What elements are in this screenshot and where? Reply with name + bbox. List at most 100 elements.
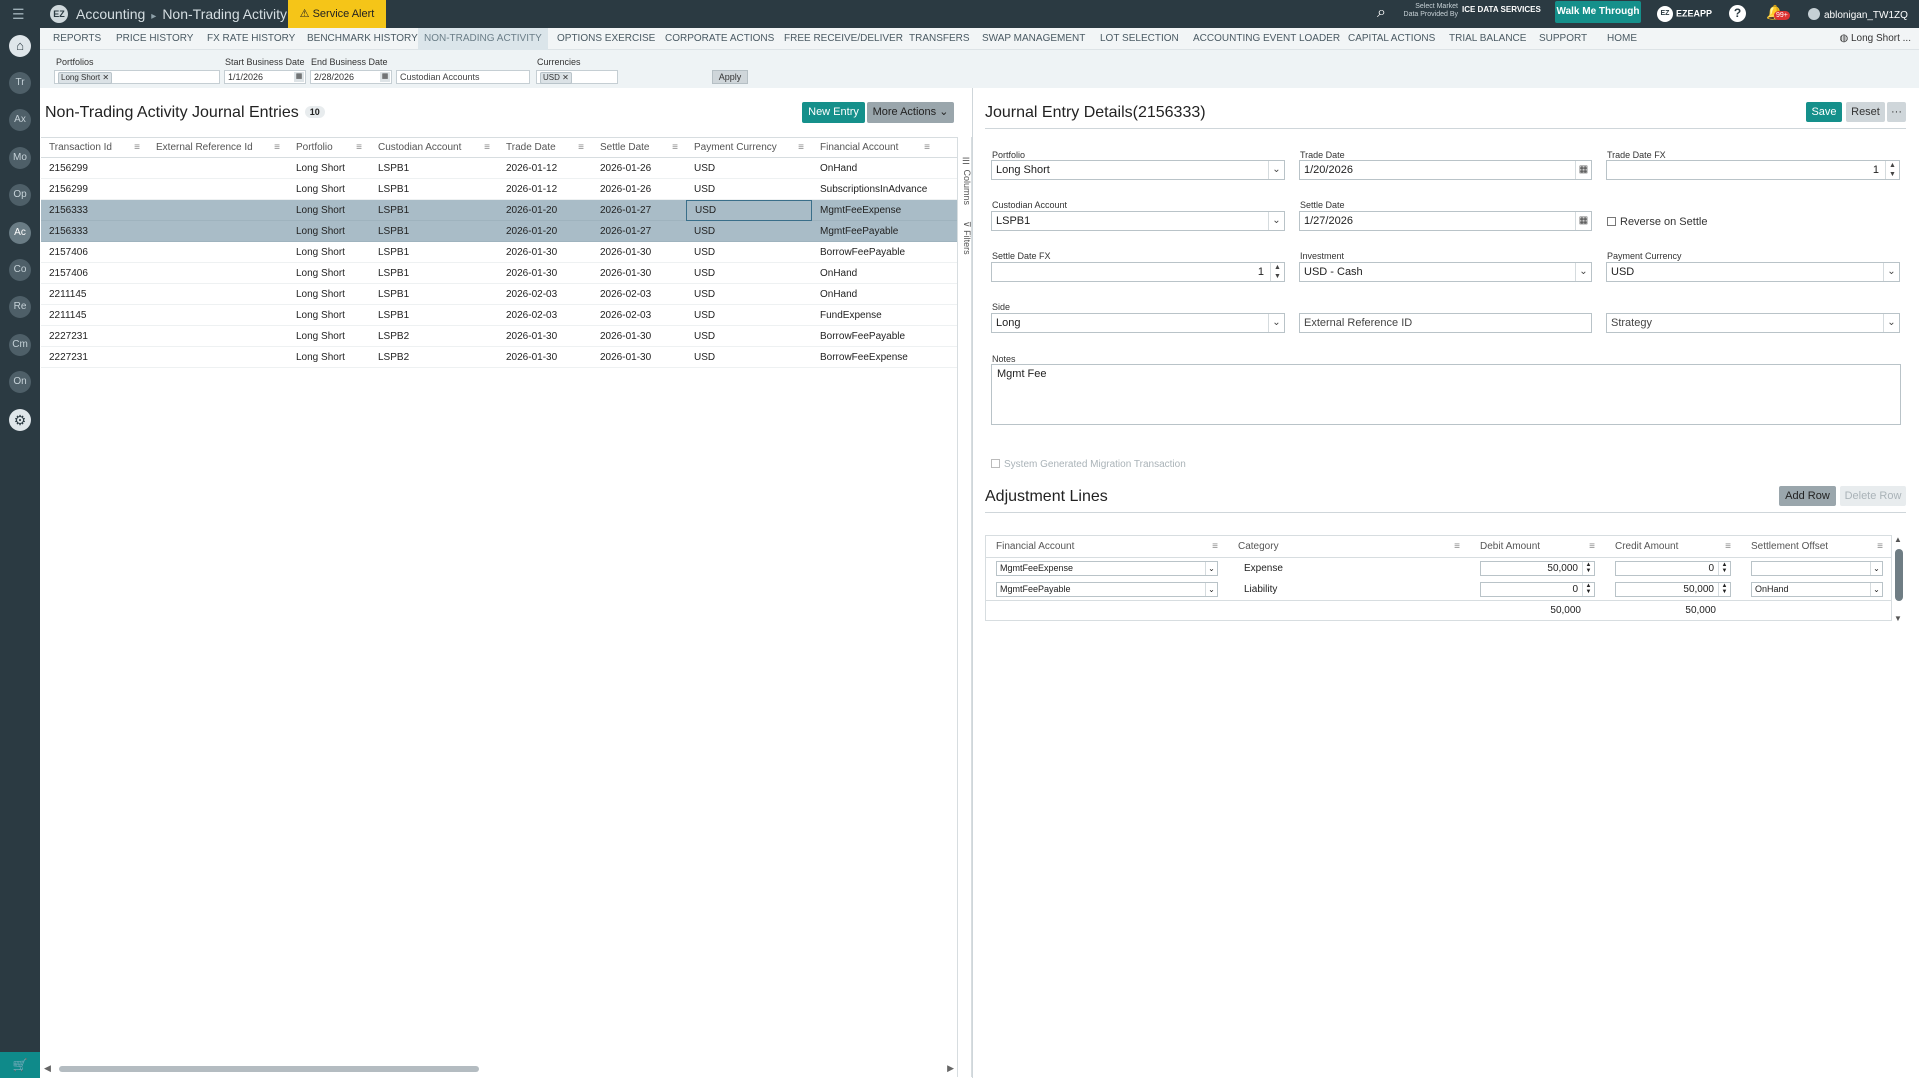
cell-trade-date[interactable]: 2026-01-12 [498, 179, 592, 200]
columns-panel-toggle[interactable]: ☰ Columns [958, 157, 972, 205]
cell-trade-date[interactable]: 2026-01-30 [498, 242, 592, 263]
stepper-icon[interactable]: ▲ ▼ [1718, 562, 1730, 575]
cell-external-reference-id[interactable] [148, 179, 288, 200]
help-icon[interactable]: ? [1729, 5, 1746, 22]
cell-transaction-id[interactable]: 2156299 [41, 158, 148, 179]
column-menu-icon[interactable]: ≡ [274, 138, 280, 158]
cell-transaction-id[interactable]: 2156333 [41, 221, 148, 242]
cell-external-reference-id[interactable] [148, 347, 288, 368]
chip-remove-icon[interactable]: ✕ [562, 73, 569, 82]
cell-transaction-id[interactable]: 2157406 [41, 242, 148, 263]
external-reference-id-input[interactable]: External Reference ID [1299, 313, 1592, 333]
tab-corporate-actions[interactable]: CORPORATE ACTIONS [659, 28, 780, 50]
cell-financial-account[interactable]: BorrowFeePayable [812, 326, 938, 347]
col-category[interactable]: Category ≡ [1228, 536, 1470, 558]
tab-support[interactable]: SUPPORT [1533, 28, 1593, 50]
cell-custodian-account[interactable]: LSPB1 [370, 284, 498, 305]
cell-payment-currency[interactable]: USD [686, 305, 812, 326]
cell-portfolio[interactable]: Long Short [288, 347, 370, 368]
column-menu-icon[interactable]: ≡ [672, 138, 678, 158]
cell-financial-account[interactable]: OnHand [812, 158, 938, 179]
strategy-select[interactable]: Strategy ⌄ [1606, 313, 1900, 333]
save-button[interactable]: Save [1806, 102, 1842, 122]
scroll-down-icon[interactable]: ▼ [1894, 614, 1902, 623]
cell-payment-currency[interactable]: USD [686, 242, 812, 263]
end-date-input[interactable]: 2/28/2026 ▦ [310, 70, 392, 84]
table-row[interactable]: 2157406 Long Short LSPB1 2026-01-30 2026-01-… [41, 263, 957, 284]
tab-swap-management[interactable]: SWAP MANAGEMENT [976, 28, 1091, 50]
column-menu-icon[interactable]: ≡ [484, 138, 490, 158]
cell-custodian-account[interactable]: LSPB1 [370, 305, 498, 326]
rail-item-on[interactable]: On [9, 371, 31, 393]
col-payment-currency[interactable]: Payment Currency ≡ [686, 138, 812, 158]
cell-custodian-account[interactable]: LSPB2 [370, 347, 498, 368]
portfolios-input[interactable]: Long Short ✕ [54, 70, 220, 84]
cell-custodian-account[interactable]: LSPB2 [370, 326, 498, 347]
cell-financial-account[interactable]: BorrowFeePayable [812, 242, 938, 263]
cell-transaction-id[interactable]: 2211145 [41, 284, 148, 305]
add-row-button[interactable]: Add Row [1779, 486, 1836, 506]
cell-portfolio[interactable]: Long Short [288, 284, 370, 305]
menu-icon[interactable]: ☰ [12, 7, 28, 21]
cell-trade-date[interactable]: 2026-01-30 [498, 326, 592, 347]
col-credit-amount[interactable]: Credit Amount ≡ [1605, 536, 1741, 558]
table-row[interactable]: 2227231 Long Short LSPB2 2026-01-30 2026-01-… [41, 347, 957, 368]
cell-custodian-account[interactable]: LSPB1 [370, 242, 498, 263]
cell-transaction-id[interactable]: 2227231 [41, 347, 148, 368]
cell-external-reference-id[interactable] [148, 158, 288, 179]
cell-settle-date[interactable]: 2026-01-30 [592, 347, 686, 368]
cell-external-reference-id[interactable] [148, 284, 288, 305]
cell-financial-account[interactable]: SubscriptionsInAdvance [812, 179, 938, 200]
col-transaction-id[interactable]: Transaction Id ≡ [41, 138, 148, 158]
column-menu-icon[interactable]: ≡ [1589, 536, 1595, 558]
credit-amount-input[interactable]: 0 ▲ ▼ [1615, 561, 1731, 576]
column-menu-icon[interactable]: ≡ [356, 138, 362, 158]
market-data-provider-logo[interactable]: ICE DATA SERVICES [1462, 5, 1541, 14]
calendar-icon[interactable]: ▦ [294, 72, 304, 82]
table-row[interactable]: 2156299 Long Short LSPB1 2026-01-12 2026-01-… [41, 179, 957, 200]
table-row[interactable]: 2211145 Long Short LSPB1 2026-02-03 2026-02-… [41, 305, 957, 326]
cell-custodian-account[interactable]: LSPB1 [370, 179, 498, 200]
more-options-button[interactable]: ··· [1887, 102, 1906, 122]
cell-portfolio[interactable]: Long Short [288, 158, 370, 179]
cell-settle-date[interactable]: 2026-01-30 [592, 263, 686, 284]
cell-external-reference-id[interactable] [148, 263, 288, 284]
trade-date-fx-input[interactable]: 1 ▲ ▼ [1606, 160, 1900, 180]
col-financial-account[interactable]: Financial Account ≡ [812, 138, 938, 158]
cell-transaction-id[interactable]: 2227231 [41, 326, 148, 347]
rail-item-mo[interactable]: Mo [9, 147, 31, 169]
scrollbar-thumb[interactable] [1895, 549, 1903, 601]
rail-item-re[interactable]: Re [9, 296, 31, 318]
investment-select[interactable]: USD - Cash ⌄ [1299, 262, 1592, 282]
reverse-on-settle-checkbox[interactable]: Reverse on Settle [1607, 216, 1707, 228]
tab-lot-selection[interactable]: LOT SELECTION [1094, 28, 1185, 50]
tab-price-history[interactable]: PRICE HISTORY [110, 28, 199, 50]
tab-transfers[interactable]: TRANSFERS [903, 28, 976, 50]
settlement-offset-select[interactable]: ⌄ [1751, 561, 1883, 576]
table-row[interactable]: 2157406 Long Short LSPB1 2026-01-30 2026-01-… [41, 242, 957, 263]
stepper-icon[interactable]: ▲ ▼ [1270, 263, 1284, 281]
tab-trial-balance[interactable]: TRIAL BALANCE [1443, 28, 1532, 50]
cell-financial-account[interactable]: MgmtFeeExpense [812, 200, 938, 221]
cell-payment-currency[interactable]: USD [686, 158, 812, 179]
cart-icon[interactable]: 🛒 [0, 1052, 40, 1078]
calendar-icon[interactable]: ▦ [1575, 161, 1591, 179]
column-menu-icon[interactable]: ≡ [134, 138, 140, 158]
tab-home[interactable]: HOME [1601, 28, 1643, 50]
settle-date-input[interactable]: 1/27/2026 ▦ [1299, 211, 1592, 231]
cell-portfolio[interactable]: Long Short [288, 200, 370, 221]
cell-financial-account[interactable]: MgmtFeePayable [812, 221, 938, 242]
col-debit-amount[interactable]: Debit Amount ≡ [1470, 536, 1605, 558]
cell-financial-account[interactable]: BorrowFeeExpense [812, 347, 938, 368]
calendar-icon[interactable]: ▦ [380, 72, 390, 82]
credit-amount-input[interactable]: 50,000 ▲ ▼ [1615, 582, 1731, 597]
service-alert-button[interactable]: ⚠ Service Alert [288, 0, 386, 28]
cell-portfolio[interactable]: Long Short [288, 221, 370, 242]
rail-item-ax[interactable]: Ax [9, 109, 31, 131]
cell-custodian-account[interactable]: LSPB1 [370, 200, 498, 221]
cell-financial-account[interactable]: OnHand [812, 263, 938, 284]
settings-gear-icon[interactable]: ⚙ [9, 409, 31, 431]
cell-external-reference-id[interactable] [148, 326, 288, 347]
scroll-up-icon[interactable]: ▲ [1894, 535, 1902, 544]
payment-currency-select[interactable]: USD ⌄ [1606, 262, 1900, 282]
